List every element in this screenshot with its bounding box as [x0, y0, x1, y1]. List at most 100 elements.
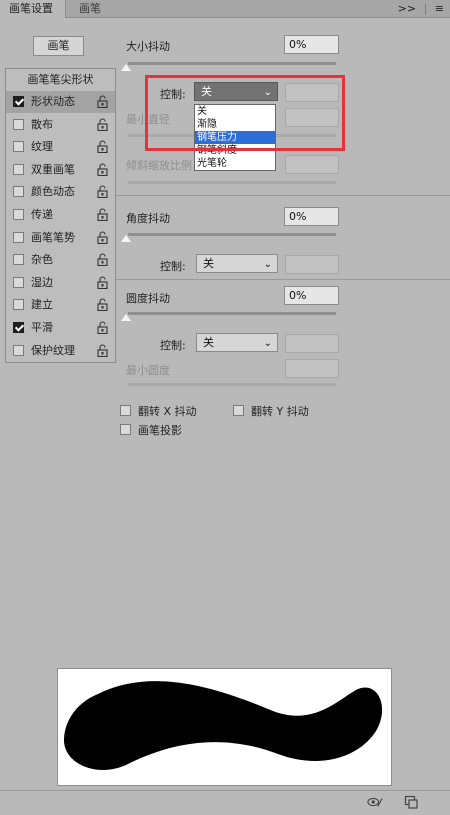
- lock-icon[interactable]: [97, 95, 108, 109]
- angle-jitter-input[interactable]: 0%: [284, 207, 339, 226]
- brush-tip-shape-item[interactable]: 画笔笔尖形状: [6, 69, 115, 91]
- size-jitter-slider-thumb[interactable]: [121, 64, 131, 71]
- min-roundness-slider: [128, 383, 336, 386]
- brush-projection-checkbox[interactable]: [120, 424, 131, 435]
- tilt-scale-slider: [128, 181, 336, 184]
- category-label: 湿边: [31, 275, 53, 289]
- category-label: 平滑: [31, 321, 53, 334]
- lock-icon[interactable]: [97, 298, 108, 312]
- dropdown-option[interactable]: 光笔轮: [195, 157, 275, 170]
- roundness-control-extra-input: [285, 334, 339, 353]
- brush-stroke-shape: [63, 681, 383, 770]
- chevron-down-icon: ⌄: [263, 259, 272, 270]
- lock-icon[interactable]: [97, 231, 108, 244]
- section-divider: [116, 279, 450, 280]
- min-roundness-input: [285, 359, 339, 378]
- category-label: 纹理: [31, 140, 53, 154]
- min-roundness-label: 最小圆度: [126, 364, 170, 377]
- category-label: 散布: [31, 117, 53, 131]
- category-label: 颜色动态: [31, 185, 75, 199]
- tilt-scale-input: [285, 155, 339, 174]
- category-item[interactable]: 湿边: [6, 272, 115, 294]
- category-checkbox[interactable]: [13, 231, 24, 243]
- separator: |: [423, 2, 428, 15]
- lock-icon[interactable]: [97, 276, 108, 289]
- angle-control-extra-input: [285, 255, 339, 274]
- lock-icon[interactable]: [97, 140, 108, 154]
- brush-settings-category-list: 画笔笔尖形状 形状动态散布纹理双重画笔颜色动态传递画笔笔势杂色湿边建立平滑保护纹…: [5, 68, 116, 363]
- size-jitter-slider[interactable]: [128, 62, 336, 65]
- category-item[interactable]: 画笔笔势: [6, 227, 115, 249]
- category-item[interactable]: 形状动态: [6, 91, 115, 113]
- flip-x-label: 翻转 X 抖动: [138, 405, 197, 418]
- tilt-scale-label: 倾斜缩放比例: [126, 159, 192, 172]
- category-label: 画笔笔势: [31, 230, 75, 244]
- panel-menu-buttons: >> | ≡: [394, 0, 444, 18]
- highlight-annotation: [145, 75, 345, 151]
- category-item[interactable]: 建立: [6, 294, 115, 316]
- category-item[interactable]: 保护纹理: [6, 340, 115, 362]
- panel-footer: [0, 790, 450, 815]
- category-item[interactable]: 散布: [6, 114, 115, 136]
- category-item[interactable]: 双重画笔: [6, 159, 115, 181]
- category-item[interactable]: 纹理: [6, 136, 115, 158]
- lock-icon[interactable]: [97, 253, 108, 267]
- brushes-button[interactable]: 画笔: [33, 36, 84, 56]
- size-jitter-input[interactable]: 0%: [284, 35, 339, 54]
- angle-control-select[interactable]: 关 ⌄: [196, 254, 278, 273]
- category-checkbox[interactable]: [13, 254, 24, 266]
- angle-jitter-slider-thumb[interactable]: [121, 235, 131, 242]
- lock-icon[interactable]: [97, 163, 108, 176]
- lock-icon[interactable]: [97, 118, 108, 131]
- lock-icon[interactable]: [97, 208, 108, 222]
- category-label: 杂色: [31, 253, 53, 267]
- flip-x-checkbox[interactable]: [120, 405, 131, 416]
- category-label: 双重画笔: [31, 162, 75, 176]
- angle-control-value: 关: [203, 257, 214, 270]
- flip-y-label: 翻转 Y 抖动: [251, 405, 309, 418]
- lock-icon[interactable]: [97, 185, 108, 199]
- category-checkbox[interactable]: [13, 322, 24, 333]
- collapse-icon[interactable]: >>: [398, 2, 416, 15]
- roundness-jitter-label: 圆度抖动: [126, 292, 170, 305]
- category-checkbox[interactable]: [13, 299, 24, 311]
- angle-jitter-label: 角度抖动: [126, 212, 170, 225]
- category-item[interactable]: 传递: [6, 204, 115, 226]
- brush-stroke-preview: [57, 668, 392, 786]
- category-item[interactable]: 杂色: [6, 249, 115, 271]
- category-item[interactable]: 平滑: [6, 317, 115, 339]
- category-item[interactable]: 颜色动态: [6, 181, 115, 203]
- roundness-jitter-slider[interactable]: [128, 312, 336, 315]
- category-checkbox[interactable]: [13, 118, 24, 130]
- roundness-jitter-slider-thumb[interactable]: [121, 314, 131, 321]
- tab-brushes[interactable]: 画笔: [70, 0, 110, 18]
- category-label: 保护纹理: [31, 343, 75, 357]
- chevron-down-icon: ⌄: [263, 338, 272, 349]
- roundness-control-value: 关: [203, 336, 214, 349]
- lock-icon[interactable]: [97, 344, 108, 357]
- angle-jitter-slider[interactable]: [128, 233, 336, 236]
- category-label: 形状动态: [31, 95, 75, 108]
- category-checkbox[interactable]: [13, 209, 24, 220]
- category-checkbox[interactable]: [13, 186, 24, 198]
- category-checkbox[interactable]: [13, 96, 24, 107]
- tab-bar: 画笔设置 画笔 >> | ≡: [0, 0, 450, 18]
- roundness-jitter-input[interactable]: 0%: [284, 286, 339, 305]
- category-label: 建立: [31, 298, 53, 312]
- size-jitter-label: 大小抖动: [126, 40, 170, 53]
- angle-control-label: 控制:: [160, 260, 186, 273]
- roundness-control-select[interactable]: 关 ⌄: [196, 333, 278, 352]
- flip-y-checkbox[interactable]: [233, 405, 244, 416]
- category-checkbox[interactable]: [13, 141, 24, 153]
- roundness-control-label: 控制:: [160, 339, 186, 352]
- lock-icon[interactable]: [97, 321, 108, 335]
- category-checkbox[interactable]: [13, 344, 24, 356]
- category-checkbox[interactable]: [13, 276, 24, 288]
- panel-menu-icon[interactable]: ≡: [435, 2, 444, 15]
- tab-brush-settings[interactable]: 画笔设置: [0, 0, 66, 18]
- section-divider: [116, 195, 450, 196]
- new-preset-icon[interactable]: [403, 795, 419, 809]
- eye-brush-icon[interactable]: [367, 795, 383, 809]
- category-checkbox[interactable]: [13, 163, 24, 175]
- brush-projection-label: 画笔投影: [138, 424, 182, 437]
